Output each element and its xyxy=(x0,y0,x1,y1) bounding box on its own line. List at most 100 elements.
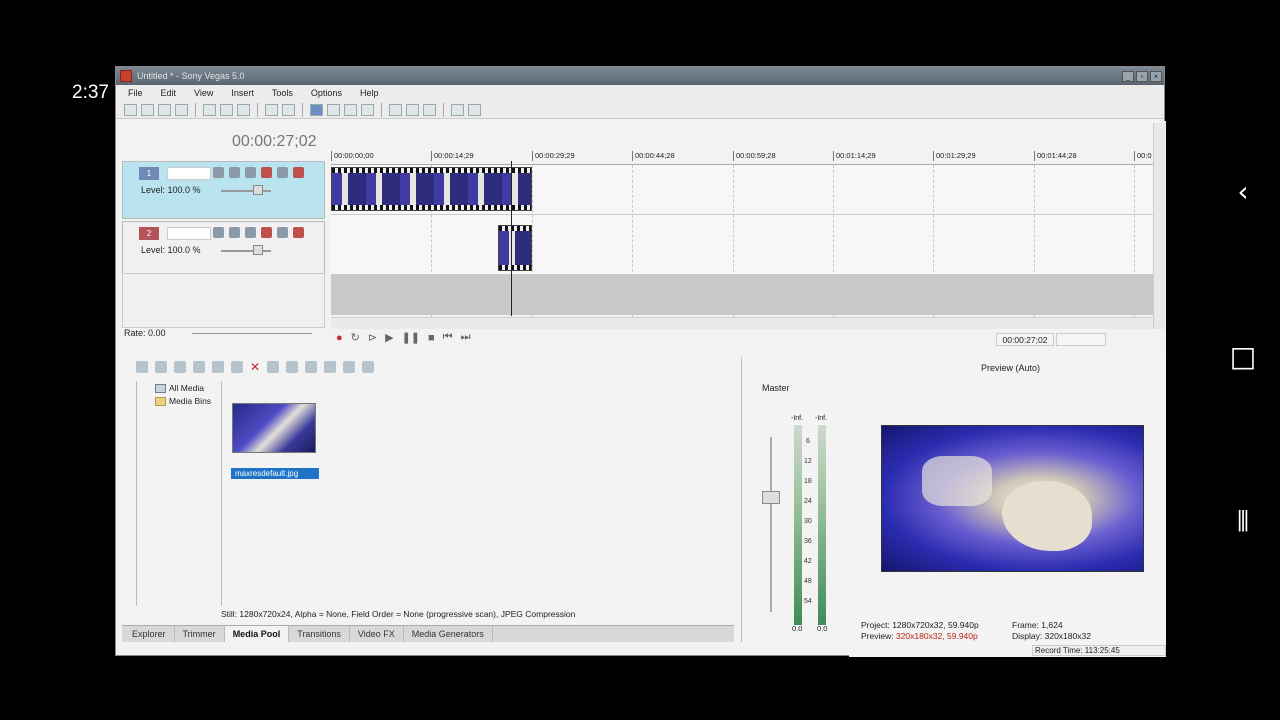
zoom-tool-icon[interactable] xyxy=(361,103,374,116)
solo-icon[interactable] xyxy=(293,227,304,238)
gridline xyxy=(532,165,533,317)
views-icon[interactable] xyxy=(343,361,356,373)
loop-playback-button[interactable]: ↻ xyxy=(351,331,360,344)
minimize-button[interactable]: _ xyxy=(1122,70,1134,82)
search-media-icon[interactable] xyxy=(231,361,243,373)
media-bins-tree: All Media Media Bins xyxy=(136,381,222,606)
mute-icon[interactable] xyxy=(277,167,288,178)
back-nav-icon[interactable]: ‹ xyxy=(1228,175,1258,208)
menu-insert[interactable]: Insert xyxy=(229,88,256,98)
go-to-start-button[interactable]: ⏮ xyxy=(443,331,453,344)
cursor-position-field[interactable]: 00:00:27;02 xyxy=(996,333,1054,346)
track-header-video-1[interactable]: 1 Level: 100.0 % xyxy=(122,161,325,219)
home-nav-icon[interactable]: □ xyxy=(1228,340,1258,373)
frame-value: 1,624 xyxy=(1041,620,1063,630)
track-name-field[interactable] xyxy=(167,227,211,240)
refresh-icon[interactable] xyxy=(212,361,224,373)
selection-length-field[interactable] xyxy=(1056,333,1106,346)
parent-track-icon[interactable] xyxy=(229,167,240,178)
level-slider-knob[interactable] xyxy=(253,245,263,255)
media-fx-icon[interactable] xyxy=(193,361,205,373)
video-clip-track-1[interactable] xyxy=(331,167,532,211)
timeline-vertical-scrollbar[interactable] xyxy=(1153,123,1165,329)
record-button[interactable]: ● xyxy=(336,332,343,344)
media-thumbnail[interactable] xyxy=(232,403,316,453)
undo-icon[interactable] xyxy=(265,103,278,116)
lock-envelopes-icon[interactable] xyxy=(423,103,436,116)
tab-video-fx[interactable]: Video FX xyxy=(350,626,404,642)
new-icon[interactable] xyxy=(124,103,137,116)
auto-ripple-icon[interactable] xyxy=(406,103,419,116)
playhead-cursor[interactable] xyxy=(511,161,512,316)
start-preview-icon[interactable] xyxy=(305,361,318,373)
track-motion-icon[interactable] xyxy=(245,167,256,178)
recents-nav-icon[interactable]: ⦀ xyxy=(1228,505,1258,539)
track-motion-icon[interactable] xyxy=(245,227,256,238)
preview-quality-dropdown[interactable]: Preview (Auto) xyxy=(981,363,1040,373)
pause-button[interactable]: ❚❚ xyxy=(402,331,420,344)
menu-help[interactable]: Help xyxy=(358,88,381,98)
get-media-icon[interactable] xyxy=(174,361,186,373)
ruler-tick: 00:00:29;29 xyxy=(532,151,575,161)
track-fx-icon[interactable] xyxy=(261,167,272,178)
playback-rate-slider[interactable] xyxy=(192,333,312,334)
copy-icon[interactable] xyxy=(220,103,233,116)
import-media-icon[interactable] xyxy=(136,361,148,373)
snap-icon[interactable] xyxy=(389,103,402,116)
time-ruler[interactable]: 00:00:00;00 00:00:14;29 00:00:29;29 00:0… xyxy=(331,151,1153,165)
master-fader-knob[interactable] xyxy=(762,491,780,504)
capture-video-icon[interactable] xyxy=(155,361,167,373)
tab-trimmer[interactable]: Trimmer xyxy=(175,626,225,642)
auto-preview-icon[interactable] xyxy=(286,361,299,373)
composite-mode-icon[interactable] xyxy=(213,227,224,238)
level-slider-knob[interactable] xyxy=(253,185,263,195)
remove-media-icon[interactable]: ✕ xyxy=(250,360,260,374)
normal-edit-tool-icon[interactable] xyxy=(310,103,323,116)
menu-file[interactable]: File xyxy=(126,88,145,98)
solo-icon[interactable] xyxy=(293,167,304,178)
track-header-video-2[interactable]: 2 Level: 100.0 % xyxy=(122,221,325,279)
stop-button[interactable]: ■ xyxy=(428,332,435,344)
mute-icon[interactable] xyxy=(277,227,288,238)
search-icon[interactable] xyxy=(362,361,375,373)
track-fx-icon[interactable] xyxy=(261,227,272,238)
tab-transitions[interactable]: Transitions xyxy=(289,626,350,642)
video-clip-track-2[interactable] xyxy=(498,225,532,271)
media-folder-icon xyxy=(155,383,166,393)
track-lanes[interactable] xyxy=(331,165,1153,317)
stop-preview-icon[interactable] xyxy=(324,361,337,373)
track-lane-2[interactable] xyxy=(331,215,1153,275)
cut-icon[interactable] xyxy=(203,103,216,116)
play-button[interactable]: ▶ xyxy=(385,331,393,344)
track-level-label: Level: 100.0 % xyxy=(141,245,201,255)
menu-view[interactable]: View xyxy=(192,88,215,98)
menu-edit[interactable]: Edit xyxy=(159,88,179,98)
media-properties-icon[interactable] xyxy=(267,361,280,373)
close-button[interactable]: × xyxy=(1150,70,1162,82)
play-from-start-button[interactable]: ⊳ xyxy=(368,331,377,344)
open-icon[interactable] xyxy=(141,103,154,116)
go-to-end-button[interactable]: ⏭ xyxy=(461,331,471,344)
selection-tool-icon[interactable] xyxy=(344,103,357,116)
tree-item-media-bins[interactable]: Media Bins xyxy=(155,396,211,406)
media-file-name[interactable]: maxresdefault.jpg xyxy=(231,468,319,479)
tab-media-generators[interactable]: Media Generators xyxy=(404,626,493,642)
save-icon[interactable] xyxy=(158,103,171,116)
properties-icon[interactable] xyxy=(175,103,188,116)
paste-icon[interactable] xyxy=(237,103,250,116)
redo-icon[interactable] xyxy=(282,103,295,116)
track-name-field[interactable] xyxy=(167,167,211,180)
parent-track-icon[interactable] xyxy=(229,227,240,238)
envelope-tool-icon[interactable] xyxy=(327,103,340,116)
what-is-this-help-icon[interactable] xyxy=(468,103,481,116)
media-pool-panel: ✕ All Media Media Bins maxresdefault.jpg… xyxy=(122,357,734,642)
composite-mode-icon[interactable] xyxy=(213,167,224,178)
timeline-horizontal-scrollbar[interactable] xyxy=(331,317,1153,329)
tab-explorer[interactable]: Explorer xyxy=(124,626,175,642)
menu-tools[interactable]: Tools xyxy=(270,88,295,98)
tree-item-all-media[interactable]: All Media xyxy=(155,383,204,393)
menu-options[interactable]: Options xyxy=(309,88,344,98)
tab-media-pool[interactable]: Media Pool xyxy=(224,626,290,642)
maximize-button[interactable]: ▫ xyxy=(1136,70,1148,82)
ignore-grouping-icon[interactable] xyxy=(451,103,464,116)
